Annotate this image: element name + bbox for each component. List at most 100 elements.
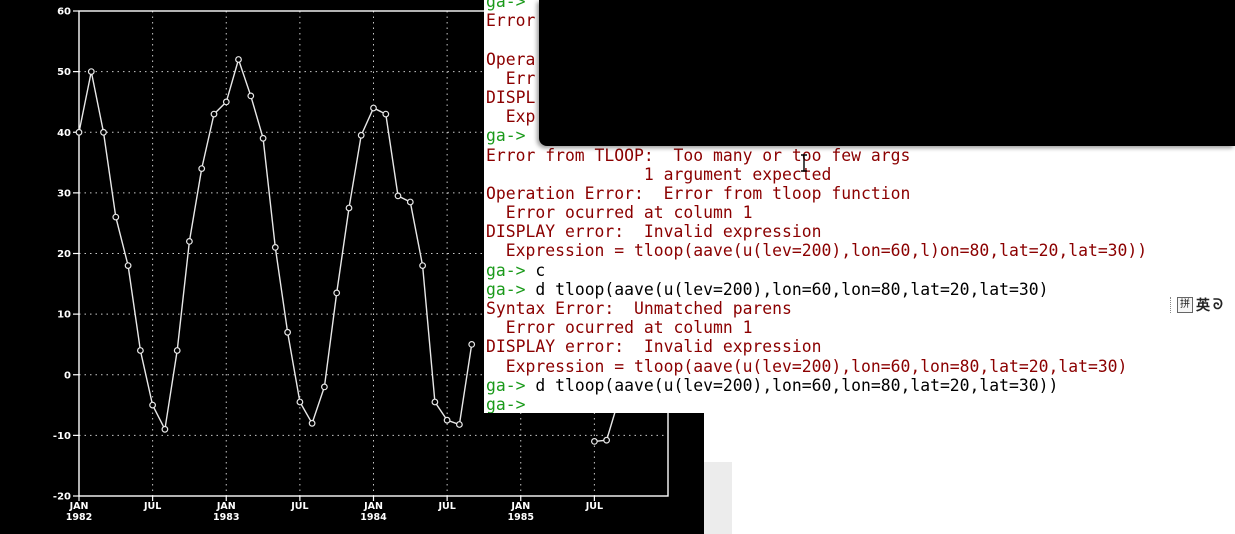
terminal-error-text: Operation Error: Error from tloop functi… <box>486 183 911 203</box>
x-tick-label-month: JUL <box>290 501 308 512</box>
data-point <box>247 92 255 100</box>
terminal-prompt: ga-> <box>486 279 526 299</box>
terminal-line: DISPLAY error: Invalid expression <box>486 222 1147 241</box>
terminal-error-text: Err <box>486 68 536 88</box>
ime-grip[interactable] <box>1170 297 1174 313</box>
y-tick-label: 20 <box>57 249 71 260</box>
terminal-error-text: DISPL <box>486 87 536 107</box>
data-point <box>394 192 402 200</box>
x-axis: JAN1982JUL JAN1983JUL JAN1984JUL JAN1985JUL <box>66 496 603 523</box>
terminal-error-text: Error ocurred at column 1 <box>486 318 753 338</box>
desktop-panel <box>704 412 1235 534</box>
terminal-error-text: Expression = tloop(aave(u(lev=200),lon=6… <box>486 241 1148 261</box>
x-tick-label-month: JAN <box>510 501 530 512</box>
terminal-error-text: DISPLAY error: Invalid expression <box>486 222 822 242</box>
data-point <box>345 204 353 212</box>
data-point <box>321 383 328 391</box>
terminal-error-text: Syntax Error: Unmatched parens <box>486 299 792 318</box>
overlay-window[interactable] <box>539 0 1235 146</box>
ime-mode-label[interactable]: 英 <box>1196 295 1210 315</box>
x-tick-label-month: JAN <box>363 501 383 512</box>
data-point <box>468 341 476 348</box>
terminal-line: DISPLAY error: Invalid expression <box>486 337 1147 356</box>
terminal-error-text: DISPLAY error: Invalid expression <box>486 337 822 357</box>
terminal-line: Error from TLOOP: Too many or too few ar… <box>486 146 1147 165</box>
data-point <box>333 289 341 297</box>
data-point <box>370 104 377 112</box>
terminal-prompt: ga-> <box>486 394 526 413</box>
terminal-error-text: Expression = tloop(aave(u(lev=200),lon=6… <box>486 356 1128 376</box>
data-point <box>603 436 610 444</box>
terminal-error-text: Opera <box>486 49 536 69</box>
ime-indicator[interactable]: 拼 英 ᘐ <box>1170 294 1223 316</box>
data-point <box>124 262 132 270</box>
data-point <box>431 398 439 406</box>
terminal-prompt: ga-> <box>486 0 526 11</box>
terminal-error-text: Exp <box>486 107 536 127</box>
y-tick-label: 50 <box>57 67 71 78</box>
terminal-line: Expression = tloop(aave(u(lev=200),lon=6… <box>486 357 1147 376</box>
data-point <box>136 347 144 354</box>
data-point <box>591 438 598 445</box>
data-point <box>75 128 83 136</box>
y-tick-label: 40 <box>57 128 71 139</box>
terminal-command: d tloop(aave(u(lev=200),lon=60,lon=80,la… <box>525 279 1049 299</box>
terminal-error-text: Error ocurred at column 1 <box>486 203 753 223</box>
terminal-error-text: 1 argument expected <box>486 164 832 184</box>
data-point <box>235 56 242 63</box>
y-tick-label: 10 <box>57 310 71 321</box>
x-tick-label-month: JUL <box>143 501 161 512</box>
data-point <box>271 243 279 251</box>
data-point <box>443 416 451 424</box>
terminal-prompt: ga-> <box>486 126 526 146</box>
terminal-error-text: Error from TLOOP: Too many or too few ar… <box>486 145 911 165</box>
data-point <box>456 421 463 428</box>
terminal-prompt: ga-> <box>486 375 526 395</box>
data-point <box>259 134 267 142</box>
terminal-line: Syntax Error: Unmatched parens <box>486 299 1147 318</box>
data-point <box>210 110 218 118</box>
terminal-line: 1 argument expected <box>486 165 1147 184</box>
data-point <box>357 131 365 139</box>
data-point <box>296 398 304 406</box>
y-tick-label: 30 <box>57 188 71 199</box>
terminal-line: ga-> <box>486 395 1147 413</box>
y-tick-label: -10 <box>53 431 71 442</box>
terminal-line: ga-> c <box>486 261 1147 280</box>
terminal-error-text: Error <box>486 11 536 31</box>
x-tick-label-year: 1985 <box>508 512 534 523</box>
terminal-line: ga-> d tloop(aave(u(lev=200),lon=60,lon=… <box>486 376 1147 395</box>
data-point <box>87 68 95 75</box>
ime-grid-icon[interactable]: 拼 <box>1177 297 1193 313</box>
terminal-command: c <box>525 260 546 280</box>
terminal-line: Expression = tloop(aave(u(lev=200),lon=6… <box>486 241 1147 260</box>
data-point <box>382 110 390 118</box>
terminal-line: Error ocurred at column 1 <box>486 318 1147 337</box>
terminal-command: d tloop(aave(u(lev=200),lon=60,lon=80,la… <box>525 375 1059 395</box>
data-point <box>222 98 230 106</box>
x-tick-label-year: 1983 <box>213 512 239 523</box>
data-point <box>406 198 414 206</box>
data-point <box>308 419 316 427</box>
ibeam-cursor-icon <box>801 154 807 172</box>
data-point <box>173 347 181 354</box>
x-tick-label-month: JUL <box>585 501 603 512</box>
data-point <box>185 237 193 245</box>
terminal-prompt: ga-> <box>486 260 526 280</box>
data-point <box>284 328 292 336</box>
x-tick-label-month: JAN <box>69 501 89 512</box>
terminal-line: Error ocurred at column 1 <box>486 203 1147 222</box>
terminal-line: Operation Error: Error from tloop functi… <box>486 184 1147 203</box>
terminal-line: ga-> d tloop(aave(u(lev=200),lon=60,lon=… <box>486 280 1147 299</box>
data-point <box>198 165 206 173</box>
x-tick-label-month: JAN <box>216 501 236 512</box>
y-tick-label: 0 <box>64 370 71 381</box>
x-tick-label-year: 1984 <box>360 512 387 523</box>
y-tick-label: -20 <box>53 492 71 503</box>
x-tick-label-year: 1982 <box>66 512 92 523</box>
data-point <box>149 401 157 409</box>
y-axis: 60 50 40 30 20 10 0 -10 -20 <box>53 7 79 503</box>
data-point <box>419 262 427 270</box>
ime-extra-icon[interactable]: ᘐ <box>1213 297 1223 313</box>
x-tick-label-month: JUL <box>437 501 455 512</box>
